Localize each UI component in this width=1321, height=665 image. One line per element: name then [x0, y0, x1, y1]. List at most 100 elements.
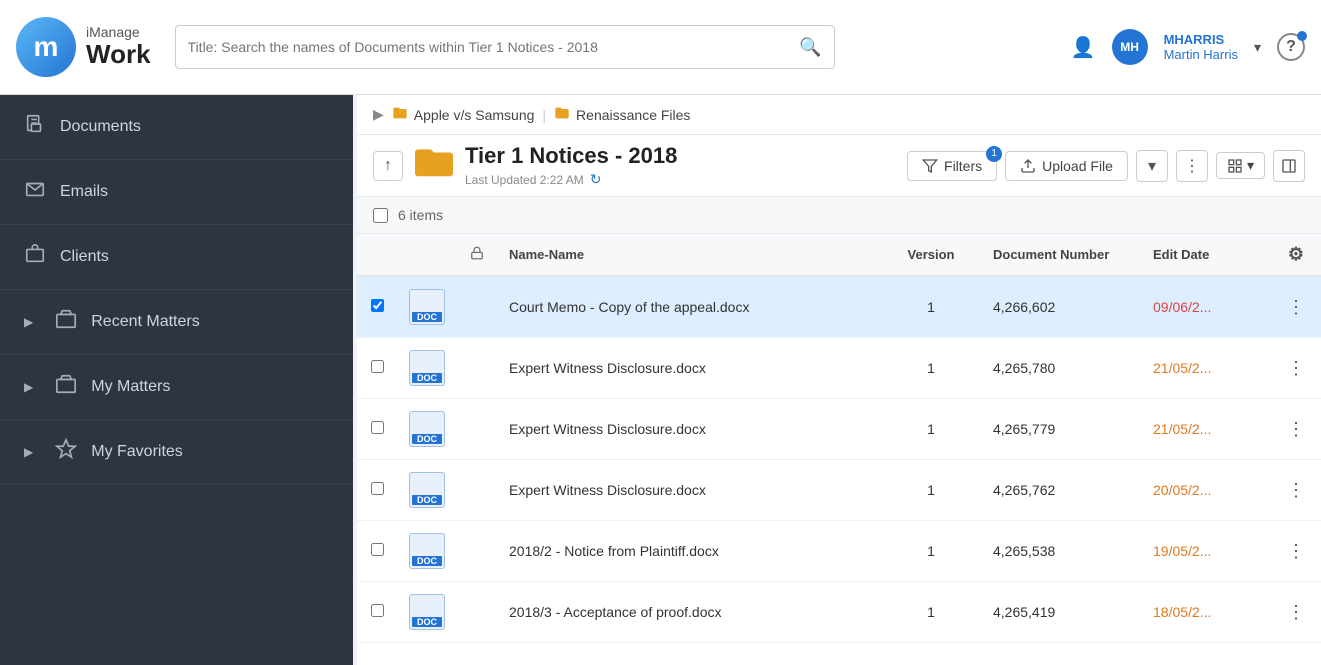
col-header-version[interactable]: Version [881, 234, 981, 276]
breadcrumb-folder-icon-2 [554, 105, 570, 124]
profile-settings-icon[interactable]: 👤 [1071, 35, 1096, 60]
recent-matters-arrow: ▶ [24, 315, 33, 329]
table-row[interactable]: Expert Witness Disclosure.docx 1 4,265,7… [357, 399, 1321, 460]
folder-title: Tier 1 Notices - 2018 [465, 143, 677, 169]
upload-dropdown-button[interactable]: ▾ [1136, 150, 1168, 182]
row-editdate-cell: 20/05/2... [1141, 460, 1271, 521]
breadcrumb-renaissance[interactable]: Renaissance Files [554, 105, 690, 124]
row-actions-cell[interactable]: ⋮ [1271, 338, 1321, 399]
row-name-cell[interactable]: Expert Witness Disclosure.docx [497, 338, 881, 399]
app-header: m iManage Work 🔍 👤 MH MHARRIS Martin Har… [0, 0, 1321, 95]
row-more-button[interactable]: ⋮ [1283, 358, 1309, 379]
filter-label: Filters [944, 158, 982, 174]
row-actions-cell[interactable]: ⋮ [1271, 521, 1321, 582]
row-checkbox[interactable] [371, 543, 384, 556]
row-checkbox[interactable] [371, 360, 384, 373]
logo-icon: m [16, 17, 76, 77]
row-checkbox[interactable] [371, 482, 384, 495]
row-name-cell[interactable]: Court Memo - Copy of the appeal.docx [497, 276, 881, 338]
user-menu-chevron[interactable]: ▾ [1254, 39, 1261, 56]
row-checkbox-cell [357, 582, 397, 643]
row-checkbox-cell [357, 399, 397, 460]
row-version-cell: 1 [881, 338, 981, 399]
detail-panel-button[interactable] [1273, 150, 1305, 182]
row-actions-cell[interactable]: ⋮ [1271, 582, 1321, 643]
header-right: 👤 MH MHARRIS Martin Harris ▾ ? [1071, 29, 1305, 65]
documents-table: Name-Name Version Document Number Edit D… [357, 234, 1321, 643]
row-icon-cell [397, 460, 457, 521]
col-header-actions[interactable]: ⚙ [1271, 234, 1321, 276]
row-name-cell[interactable]: 2018/2 - Notice from Plaintiff.docx [497, 521, 881, 582]
row-name-cell[interactable]: 2018/3 - Acceptance of proof.docx [497, 582, 881, 643]
upload-file-button[interactable]: Upload File [1005, 151, 1128, 181]
breadcrumb-apple-samsung[interactable]: Apple v/s Samsung [392, 105, 535, 124]
row-more-button[interactable]: ⋮ [1283, 602, 1309, 623]
search-bar[interactable]: 🔍 [175, 25, 835, 69]
row-checkbox-cell [357, 521, 397, 582]
table-row[interactable]: Expert Witness Disclosure.docx 1 4,265,7… [357, 460, 1321, 521]
row-editdate-cell: 18/05/2... [1141, 582, 1271, 643]
row-icon-cell [397, 399, 457, 460]
sidebar-item-emails[interactable]: Emails [0, 160, 353, 225]
sidebar-item-recent-matters[interactable]: ▶ Recent Matters [0, 290, 353, 355]
row-name-cell[interactable]: Expert Witness Disclosure.docx [497, 460, 881, 521]
back-button[interactable]: ↑ [373, 151, 403, 181]
view-chevron: ▾ [1247, 157, 1254, 174]
row-icon-cell [397, 276, 457, 338]
row-checkbox-cell [357, 460, 397, 521]
upload-label: Upload File [1042, 158, 1113, 174]
doc-icon [409, 594, 445, 630]
row-version-cell: 1 [881, 582, 981, 643]
breadcrumb-item-1-label: Apple v/s Samsung [414, 107, 535, 123]
sidebar-item-documents-label: Documents [60, 118, 141, 136]
my-favorites-icon [55, 438, 77, 466]
row-lock-cell [457, 338, 497, 399]
row-icon-cell [397, 582, 457, 643]
view-toggle-button[interactable]: ▾ [1216, 152, 1265, 179]
row-checkbox[interactable] [371, 421, 384, 434]
row-checkbox-cell [357, 276, 397, 338]
row-actions-cell[interactable]: ⋮ [1271, 399, 1321, 460]
row-more-button[interactable]: ⋮ [1283, 297, 1309, 318]
my-matters-icon [55, 373, 77, 401]
refresh-icon[interactable]: ↻ [590, 171, 602, 188]
col-header-name[interactable]: Name-Name [497, 234, 881, 276]
sidebar-item-my-matters[interactable]: ▶ My Matters [0, 355, 353, 420]
col-header-editdate[interactable]: Edit Date [1141, 234, 1271, 276]
filters-button[interactable]: Filters 1 [907, 151, 997, 181]
logo-text: iManage Work [86, 25, 151, 69]
table-row[interactable]: Court Memo - Copy of the appeal.docx 1 4… [357, 276, 1321, 338]
folder-icon [415, 146, 453, 186]
sidebar-item-emails-label: Emails [60, 183, 108, 201]
row-checkbox[interactable] [371, 604, 384, 617]
sidebar-item-my-favorites[interactable]: ▶ My Favorites [0, 420, 353, 485]
search-input[interactable] [188, 39, 800, 55]
breadcrumb-item-2-label: Renaissance Files [576, 107, 690, 123]
emails-icon [24, 178, 46, 206]
row-actions-cell[interactable]: ⋮ [1271, 460, 1321, 521]
table-row[interactable]: 2018/2 - Notice from Plaintiff.docx 1 4,… [357, 521, 1321, 582]
row-editdate-cell: 21/05/2... [1141, 338, 1271, 399]
col-header-docnum[interactable]: Document Number [981, 234, 1141, 276]
table-row[interactable]: Expert Witness Disclosure.docx 1 4,265,7… [357, 338, 1321, 399]
help-button[interactable]: ? [1277, 33, 1305, 61]
breadcrumb-expand-arrow[interactable]: ▶ [373, 106, 384, 123]
sidebar-item-documents[interactable]: Documents [0, 95, 353, 160]
sidebar-item-clients[interactable]: Clients [0, 225, 353, 290]
doc-icon [409, 350, 445, 386]
gear-settings-icon[interactable]: ⚙ [1288, 244, 1304, 264]
row-checkbox[interactable] [371, 299, 384, 312]
sidebar: Documents Emails Clients ▶ [0, 95, 353, 665]
more-options-button[interactable]: ⋮ [1176, 150, 1208, 182]
row-name-cell[interactable]: Expert Witness Disclosure.docx [497, 399, 881, 460]
select-all-checkbox[interactable] [373, 208, 388, 223]
row-actions-cell[interactable]: ⋮ [1271, 276, 1321, 338]
user-info: MHARRIS Martin Harris [1164, 32, 1238, 62]
row-more-button[interactable]: ⋮ [1283, 419, 1309, 440]
sidebar-item-my-matters-label: My Matters [91, 378, 170, 396]
table-row[interactable]: 2018/3 - Acceptance of proof.docx 1 4,26… [357, 582, 1321, 643]
row-more-button[interactable]: ⋮ [1283, 480, 1309, 501]
search-icon[interactable]: 🔍 [799, 37, 821, 58]
row-more-button[interactable]: ⋮ [1283, 541, 1309, 562]
sidebar-item-clients-label: Clients [60, 248, 109, 266]
